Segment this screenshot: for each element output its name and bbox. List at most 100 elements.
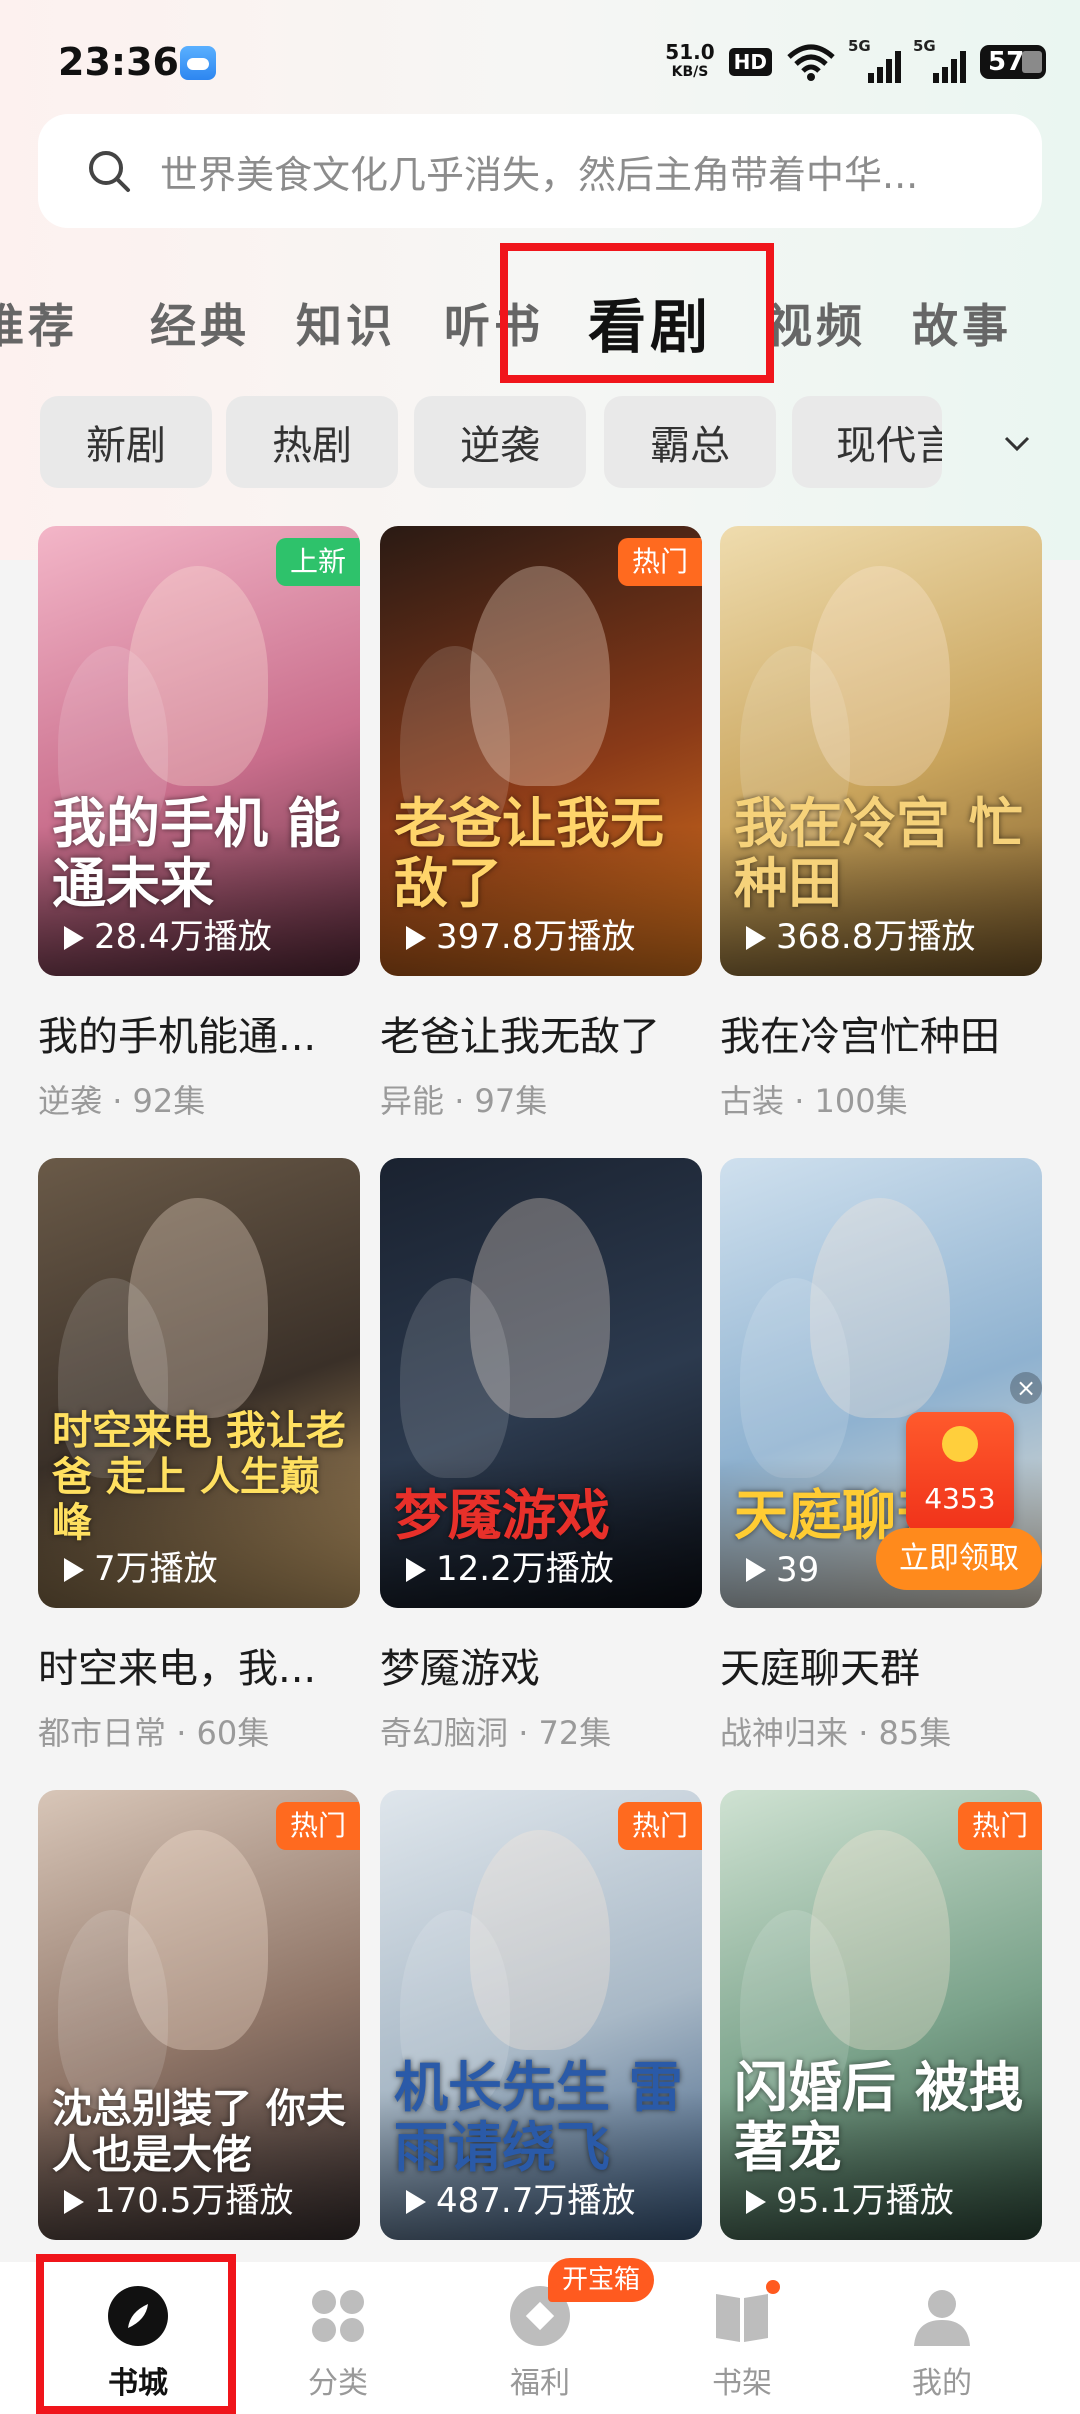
search-input[interactable]: 世界美食文化几乎消失，然后主角带着中华...	[160, 144, 918, 199]
play-icon	[406, 1558, 426, 1582]
nav-bookshelf[interactable]: 书架	[662, 2262, 822, 2414]
drama-episodes: 72集	[538, 1714, 612, 1752]
signal-icon-2: 5G	[913, 37, 966, 83]
drama-poster[interactable]: 沈总别装了 你夫人也是大佬 热门 170.5万播放	[38, 1790, 360, 2240]
hot-badge: 热门	[617, 1802, 702, 1850]
play-count: 368.8万播放	[776, 917, 976, 957]
drama-card[interactable]: 我的手机 能通未来 上新 28.4万播放我的手机能通... 逆袭 · 92集	[38, 526, 360, 1122]
drama-poster[interactable]: 机长先生 雷雨请绕飞 热门 487.7万播放	[380, 1790, 702, 2240]
drama-title[interactable]: 老爸让我无敌了	[380, 1004, 702, 1062]
play-count: 28.4万播放	[94, 917, 272, 957]
drama-meta: 异能 · 97集	[380, 1076, 702, 1122]
nav-rewards[interactable]: 福利 开宝箱	[460, 2258, 655, 2414]
play-count: 487.7万播放	[436, 2181, 636, 2221]
drama-card[interactable]: 老爸让我无敌了 热门 397.8万播放 老爸让我无敌了 异能 · 97集	[380, 526, 702, 1122]
separator: ·	[102, 1082, 133, 1120]
drama-meta: 都市日常 · 60集	[38, 1708, 360, 1754]
drama-meta: 奇幻脑洞 · 72集	[380, 1708, 702, 1754]
search-icon	[89, 151, 130, 192]
drama-poster[interactable]: 我在冷宫 忙种田 368.8万播放	[720, 526, 1042, 976]
play-count: 7万播放	[94, 1549, 218, 1589]
play-icon	[746, 1558, 766, 1582]
nav-category[interactable]: 分类	[258, 2262, 418, 2414]
separator: ·	[784, 1082, 815, 1120]
drama-genre: 逆袭	[38, 1082, 103, 1120]
chip-new[interactable]: 新剧	[40, 396, 212, 488]
highlight-box-drama-tab	[500, 243, 774, 383]
chevron-down-icon[interactable]	[1000, 426, 1034, 460]
drama-title[interactable]: 时空来电，我...	[38, 1636, 360, 1694]
drama-card[interactable]: 沈总别装了 你夫人也是大佬 热门 170.5万播放	[38, 1790, 360, 2240]
separator: ·	[508, 1714, 539, 1752]
status-bar: 23:36 51.0 KB/S HD 5G 5G 57	[0, 0, 1080, 110]
drama-genre: 古装	[720, 1082, 785, 1120]
highlight-box-bookstore	[36, 2254, 236, 2414]
red-packet[interactable]: 4353	[906, 1412, 1014, 1532]
clock: 23:36	[58, 40, 179, 84]
chip-ceo[interactable]: 霸总	[604, 396, 776, 488]
chip-hot[interactable]: 热剧	[226, 396, 398, 488]
profile-icon	[914, 2290, 970, 2346]
coin-icon	[942, 1426, 978, 1462]
poster-title-art: 我在冷宫 忙种田	[734, 792, 1023, 915]
drama-poster[interactable]: 闪婚后 被拽著宠 热门 95.1万播放	[720, 1790, 1042, 2240]
poster-figure	[400, 1278, 510, 1478]
tab-knowledge[interactable]: 知识	[296, 290, 396, 356]
poster-title-art: 闪婚后 被拽著宠	[734, 2056, 1023, 2179]
drama-title[interactable]: 我在冷宫忙种田	[720, 1004, 1042, 1062]
drama-episodes: 85集	[878, 1714, 952, 1752]
play-icon	[746, 2190, 766, 2214]
wifi-icon	[787, 44, 835, 81]
drama-poster[interactable]: 时空来电 我让老爸 走上 人生巅峰 7万播放	[38, 1158, 360, 1608]
bookshelf-icon	[716, 2294, 768, 2342]
tab-video[interactable]: 视频	[766, 290, 866, 356]
poster-title-art: 我的手机 能通未来	[52, 792, 341, 915]
drama-poster[interactable]: 我的手机 能通未来 上新 28.4万播放	[38, 526, 360, 976]
drama-card[interactable]: 闪婚后 被拽著宠 热门 95.1万播放	[720, 1790, 1042, 2240]
claim-button[interactable]: 立即领取	[876, 1528, 1042, 1590]
filter-chips: 新剧 热剧 逆袭 霸总 现代言	[0, 396, 1080, 488]
tab-recommend[interactable]: 推荐	[0, 290, 78, 356]
drama-card[interactable]: 我在冷宫 忙种田 368.8万播放我在冷宫忙种田古装 · 100集	[720, 526, 1042, 1122]
drama-genre: 奇幻脑洞	[380, 1714, 509, 1752]
poster-title-art: 沈总别装了 你夫人也是大佬	[52, 2086, 346, 2178]
play-icon	[64, 926, 84, 950]
drama-card[interactable]: 时空来电 我让老爸 走上 人生巅峰 7万播放时空来电，我... 都市日常 · 60集	[38, 1158, 360, 1754]
separator: ·	[166, 1714, 197, 1752]
play-icon	[64, 1558, 84, 1582]
poster-title-art: 老爸让我无敌了	[394, 792, 664, 915]
nav-profile[interactable]: 我的	[862, 2262, 1022, 2414]
hot-badge: 热门	[617, 538, 702, 586]
chip-comeback[interactable]: 逆袭	[414, 396, 586, 488]
poster-title-art: 时空来电 我让老爸 走上 人生巅峰	[52, 1408, 346, 1546]
drama-episodes: 100集	[814, 1082, 908, 1120]
search-bar[interactable]: 世界美食文化几乎消失，然后主角带着中华...	[38, 114, 1042, 228]
drama-meta: 古装 · 100集	[720, 1076, 1042, 1122]
play-icon	[746, 926, 766, 950]
drama-card[interactable]: 梦魇游戏 12.2万播放 梦魇游戏 奇幻脑洞 · 72集	[380, 1158, 702, 1754]
poster-figure	[58, 1910, 168, 2110]
play-count: 170.5万播放	[94, 2181, 294, 2221]
chip-modern-romance[interactable]: 现代言	[792, 396, 942, 488]
hot-badge: 热门	[957, 1802, 1042, 1850]
treasure-chest-badge: 开宝箱	[548, 2258, 655, 2302]
play-count: 12.2万播放	[436, 1549, 614, 1589]
drama-poster[interactable]: 老爸让我无敌了 热门 397.8万播放	[380, 526, 702, 976]
play-icon	[64, 2190, 84, 2214]
drama-meta: 逆袭 · 92集	[38, 1076, 360, 1122]
drama-poster[interactable]: 梦魇游戏 12.2万播放	[380, 1158, 702, 1608]
drama-episodes: 97集	[474, 1082, 548, 1120]
drama-title[interactable]: 我的手机能通...	[38, 1004, 360, 1062]
play-icon	[406, 2190, 426, 2214]
separator: ·	[848, 1714, 879, 1752]
poster-title-art: 机长先生 雷雨请绕飞	[394, 2056, 683, 2179]
drama-genre: 异能	[380, 1082, 445, 1120]
drama-card[interactable]: 机长先生 雷雨请绕飞 热门 487.7万播放	[380, 1790, 702, 2240]
drama-genre: 都市日常	[38, 1714, 167, 1752]
drama-title[interactable]: 天庭聊天群	[720, 1636, 1042, 1694]
tab-story[interactable]: 故事	[912, 290, 1012, 356]
close-icon[interactable]: ×	[1010, 1372, 1042, 1404]
drama-title[interactable]: 梦魇游戏	[380, 1636, 702, 1694]
tab-classic[interactable]: 经典	[150, 290, 250, 356]
poster-title-art: 梦魇游戏	[394, 1484, 610, 1547]
